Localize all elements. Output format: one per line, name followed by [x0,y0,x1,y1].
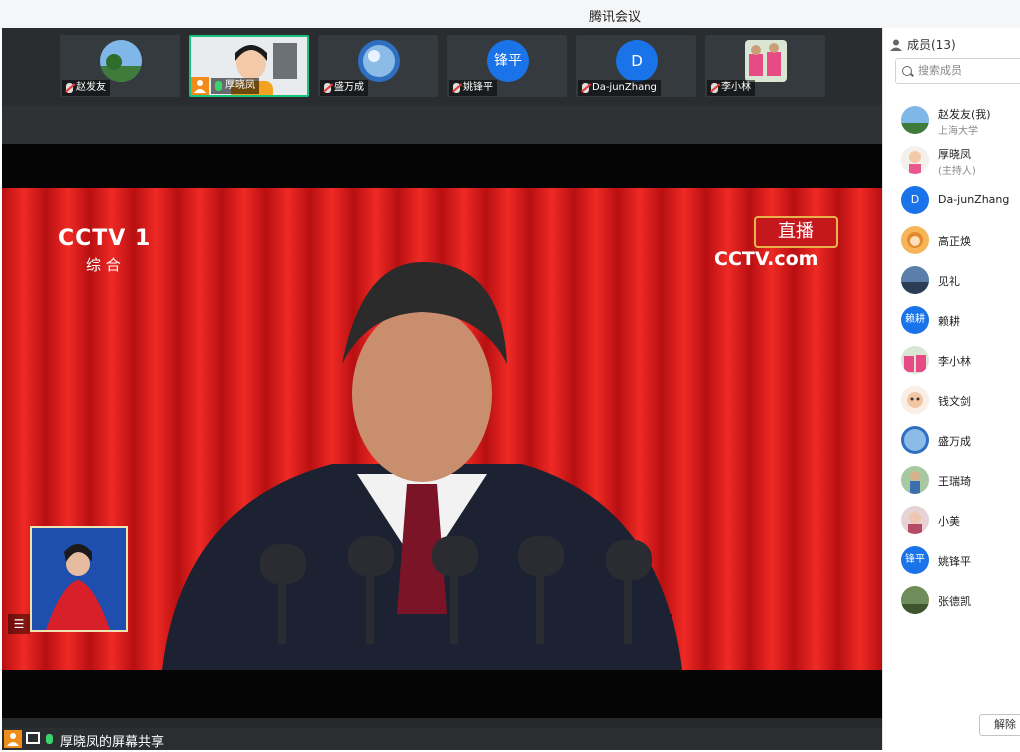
member-name: 盛万成 [938,435,971,448]
participant-name: 厚晓凤 [225,80,255,91]
member-name: 厚晓凤 [938,148,971,161]
avatar [358,40,400,82]
search-input[interactable]: 搜索成员 [895,58,1020,84]
avatar [901,146,929,174]
avatar-initials: D [901,186,929,214]
mic-muted-icon [582,83,589,93]
host-badge-icon [4,730,22,748]
mic-muted-icon [324,83,331,93]
meeting-main-area: 赵发友 厚晓凤 盛万成 锋平 姚锋平 D Da-junZhang 李小林 CCT… [2,28,882,750]
host-badge-icon [191,77,209,95]
title-bar: 腾讯会议 [0,0,1020,29]
avatar [901,426,929,454]
screen-share-bar: 厚晓凤的屏幕共享 [2,728,882,750]
avatar [901,226,929,254]
member-row[interactable]: 李小林 [901,343,1020,377]
avatar [901,106,929,134]
member-row[interactable]: 锋平 姚锋平 [901,543,1020,577]
avatar [901,386,929,414]
participant-name: 盛万成 [334,82,364,93]
member-name: 王瑞琦 [938,475,971,488]
member-name: 赵发友(我) [938,108,991,121]
member-row[interactable]: 小美 [901,503,1020,537]
list-toggle-icon[interactable]: ☰ [8,614,30,634]
member-name: 姚锋平 [938,555,971,568]
participant-name: Da-junZhang [592,82,657,93]
avatar [901,466,929,494]
avatar [901,266,929,294]
screen-share-icon [26,732,40,744]
participant-tile-active[interactable]: 厚晓凤 [189,35,309,97]
mic-muted-icon [453,83,460,93]
mic-on-icon [46,734,53,744]
participant-name: 姚锋平 [463,82,493,93]
window-title: 腾讯会议 [588,10,641,25]
participant-name: 赵发友 [76,82,106,93]
mic-muted-icon [66,83,73,93]
member-row[interactable]: 见礼 [901,263,1020,297]
participant-namebar: Da-junZhang [578,80,661,96]
member-name: 赖耕 [938,315,960,328]
member-name: 钱文剑 [938,395,971,408]
share-label: 厚晓凤的屏幕共享 [60,735,165,750]
members-header: 成员(13) [889,36,956,53]
avatar [901,586,929,614]
member-name: 张德凯 [938,595,971,608]
participant-tile[interactable]: D Da-junZhang [576,35,696,97]
members-panel: 成员(13) 搜索成员 赵发友(我) 上海大学 厚晓凤 (主持人) D Da-j… [882,28,1020,750]
channel-logo: CCTV 1 [58,226,152,251]
mic-on-icon [215,81,222,91]
mic-muted-icon [711,83,718,93]
participant-name: 李小林 [721,82,751,93]
participant-strip: 赵发友 厚晓凤 盛万成 锋平 姚锋平 D Da-junZhang 李小林 [2,28,882,106]
member-row[interactable]: 张德凯 [901,583,1020,617]
avatar-initials: 赖耕 [901,306,929,334]
avatar-initials: 锋平 [901,546,929,574]
participant-namebar: 盛万成 [320,80,368,96]
site-logo: CCTV.com [714,248,819,270]
member-row[interactable]: 高正焕 [901,223,1020,257]
members-icon [890,39,902,51]
avatar [901,506,929,534]
avatar [100,40,142,82]
participant-namebar: 厚晓凤 [211,78,259,94]
member-subtitle: 上海大学 [938,126,978,137]
shared-screen-video: CCTV 1 综 合 直播 CCTV.com ☰ [2,144,882,718]
live-badge: 直播 [754,216,838,248]
participant-namebar: 李小林 [707,80,755,96]
avatar [901,346,929,374]
member-row[interactable]: 钱文剑 [901,383,1020,417]
members-count: 成员(13) [907,38,956,52]
participant-namebar: 姚锋平 [449,80,497,96]
member-row[interactable]: 盛万成 [901,423,1020,457]
member-name: 见礼 [938,275,960,288]
member-name: 小美 [938,515,960,528]
participant-tile[interactable]: 锋平 姚锋平 [447,35,567,97]
unmute-button[interactable]: 解除 [979,714,1020,736]
separator-band [2,106,882,144]
member-row[interactable]: D Da-junZhang [901,183,1020,217]
participant-namebar: 赵发友 [62,80,110,96]
avatar-initials: 锋平 [487,40,529,82]
participant-tile[interactable]: 赵发友 [60,35,180,97]
participant-tile[interactable]: 李小林 [705,35,825,97]
avatar-initials: D [616,40,658,82]
channel-subtitle: 综 合 [86,256,121,274]
member-row[interactable]: 王瑞琦 [901,463,1020,497]
member-row[interactable]: 赖耕 赖耕 [901,303,1020,337]
member-role: (主持人) [938,166,976,177]
member-row[interactable]: 厚晓凤 (主持人) [901,143,1020,177]
member-name: 高正焕 [938,235,971,248]
member-name: Da-junZhang [938,193,1010,206]
search-placeholder: 搜索成员 [918,64,962,77]
member-name: 李小林 [938,355,971,368]
member-row[interactable]: 赵发友(我) 上海大学 [901,103,1020,137]
participant-tile[interactable]: 盛万成 [318,35,438,97]
avatar [745,40,787,82]
search-icon [902,66,912,76]
